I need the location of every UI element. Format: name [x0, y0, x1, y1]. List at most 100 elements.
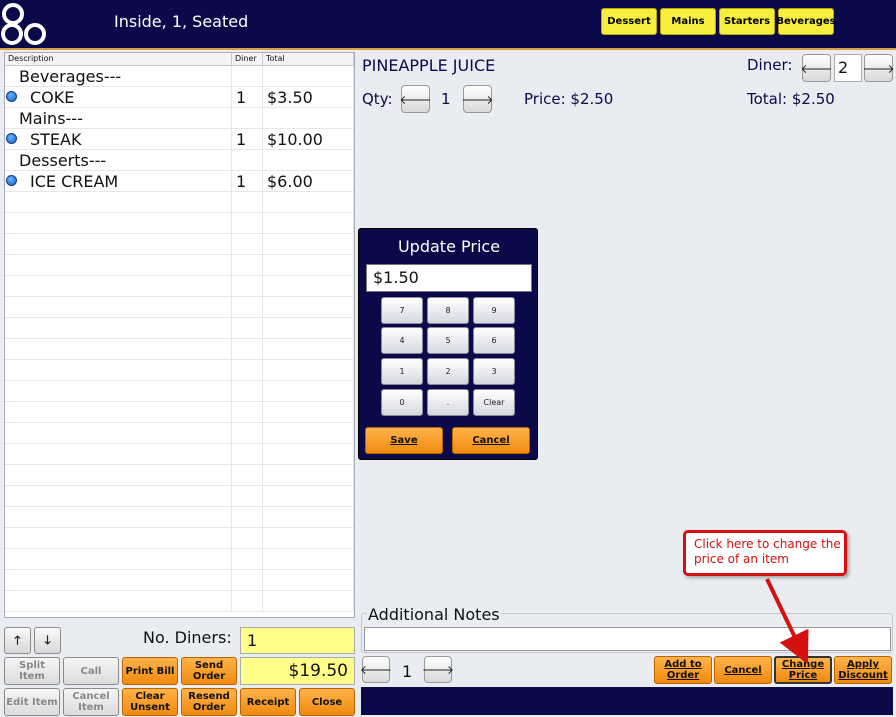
row-diner — [232, 549, 263, 569]
notes-input[interactable] — [364, 627, 891, 651]
category-dessert-button[interactable]: Dessert — [601, 8, 657, 35]
call-button[interactable]: Call — [63, 657, 119, 685]
cancel-item-button[interactable]: Cancel Item — [63, 688, 119, 716]
key-9[interactable]: 9 — [473, 297, 515, 324]
empty-row — [5, 360, 354, 381]
row-total: $10.00 — [263, 129, 354, 149]
row-diner — [232, 255, 263, 275]
send-order-button[interactable]: Send Order — [181, 657, 237, 685]
dialog-save-button[interactable]: Save — [365, 427, 443, 454]
dialog-title: Update Price — [397, 237, 501, 256]
scroll-up-button[interactable]: 🡑 — [4, 627, 31, 654]
empty-row — [5, 402, 354, 423]
row-diner — [232, 528, 263, 548]
key-7[interactable]: 7 — [381, 297, 423, 324]
row-description — [5, 423, 232, 443]
row-description — [5, 276, 232, 296]
row-description — [5, 486, 232, 506]
row-description — [5, 507, 232, 527]
apply-discount-button[interactable]: Apply Discount — [834, 656, 892, 684]
close-button[interactable]: Close — [299, 688, 355, 716]
row-description — [5, 528, 232, 548]
empty-row — [5, 570, 354, 591]
arrow-left-icon: 🡐 — [800, 61, 833, 76]
row-total — [263, 423, 354, 443]
category-starters-button[interactable]: Starters — [719, 8, 775, 35]
empty-row — [5, 486, 354, 507]
key-5[interactable]: 5 — [427, 327, 469, 354]
key-decimal[interactable]: . — [427, 389, 469, 416]
split-item-button[interactable]: Split Item — [4, 657, 60, 685]
print-bill-button[interactable]: Print Bill — [122, 657, 178, 685]
row-total — [263, 150, 354, 170]
item-price: Price: $2.50 — [524, 90, 614, 108]
row-description — [5, 444, 232, 464]
row-total — [263, 507, 354, 527]
key-6[interactable]: 6 — [473, 327, 515, 354]
empty-row — [5, 507, 354, 528]
receipt-button[interactable]: Receipt — [240, 688, 296, 716]
price-input[interactable]: $1.50 — [366, 264, 532, 292]
row-diner: 1 — [232, 87, 263, 107]
empty-row — [5, 213, 354, 234]
page-next-button[interactable]: 🡒 — [422, 656, 454, 683]
row-description: Mains--- — [5, 108, 232, 128]
no-diners-field[interactable]: 1 — [240, 627, 355, 654]
row-total — [263, 486, 354, 506]
order-item-row[interactable]: COKE 1 $3.50 — [5, 87, 354, 108]
row-diner — [232, 486, 263, 506]
key-4[interactable]: 4 — [381, 327, 423, 354]
row-diner — [232, 192, 263, 212]
column-total[interactable]: Total — [263, 53, 354, 65]
selected-item-name: PINEAPPLE JUICE — [362, 56, 496, 75]
dialog-cancel-button[interactable]: Cancel — [452, 427, 530, 454]
diner-decrease-button[interactable]: 🡐 — [800, 54, 833, 82]
scroll-down-button[interactable]: 🡓 — [34, 627, 61, 654]
row-total — [263, 276, 354, 296]
row-diner — [232, 213, 263, 233]
row-description — [5, 402, 232, 422]
key-8[interactable]: 8 — [427, 297, 469, 324]
row-description — [5, 318, 232, 338]
row-total — [263, 66, 354, 86]
order-item-row[interactable]: ICE CREAM 1 $6.00 — [5, 171, 354, 192]
header-bar: Inside, 1, Seated Dessert Mains Starters… — [0, 0, 896, 48]
key-3[interactable]: 3 — [473, 358, 515, 385]
row-diner — [232, 402, 263, 422]
cancel-button[interactable]: Cancel — [714, 656, 772, 684]
empty-row — [5, 549, 354, 570]
order-group-row: Beverages--- — [5, 66, 354, 87]
resend-order-button[interactable]: Resend Order — [181, 688, 237, 716]
row-total — [263, 549, 354, 569]
row-diner — [232, 297, 263, 317]
empty-row — [5, 528, 354, 549]
key-1[interactable]: 1 — [381, 358, 423, 385]
qty-label: Qty: — [362, 90, 393, 108]
row-diner — [232, 570, 263, 590]
key-2[interactable]: 2 — [427, 358, 469, 385]
arrow-down-icon: 🡓 — [44, 633, 51, 647]
row-description: COKE — [5, 87, 232, 107]
qty-increase-button[interactable]: 🡒 — [461, 85, 494, 113]
page-prev-button[interactable]: 🡐 — [360, 656, 392, 683]
row-description — [5, 570, 232, 590]
clear-unsent-button[interactable]: Clear Unsent — [122, 688, 178, 716]
order-item-row[interactable]: STEAK 1 $10.00 — [5, 129, 354, 150]
qty-decrease-button[interactable]: 🡐 — [399, 85, 432, 113]
row-total — [263, 402, 354, 422]
add-to-order-button[interactable]: Add to Order — [654, 656, 712, 684]
change-price-button[interactable]: Change Price — [774, 656, 832, 684]
column-diner[interactable]: Diner — [232, 53, 263, 65]
category-mains-button[interactable]: Mains — [660, 8, 716, 35]
category-beverages-button[interactable]: Beverages — [776, 8, 836, 35]
diner-value-field[interactable]: 2 — [834, 54, 862, 82]
key-0[interactable]: 0 — [381, 389, 423, 416]
key-clear[interactable]: Clear — [473, 389, 515, 416]
arrow-left-icon: 🡐 — [399, 92, 432, 107]
diner-increase-button[interactable]: 🡒 — [862, 54, 895, 82]
edit-item-button[interactable]: Edit Item — [4, 688, 60, 716]
column-description[interactable]: Description — [5, 53, 232, 65]
order-items-table[interactable]: Description Diner Total Beverages--- COKE… — [4, 52, 355, 618]
arrow-right-icon: 🡒 — [862, 61, 895, 76]
row-description — [5, 297, 232, 317]
